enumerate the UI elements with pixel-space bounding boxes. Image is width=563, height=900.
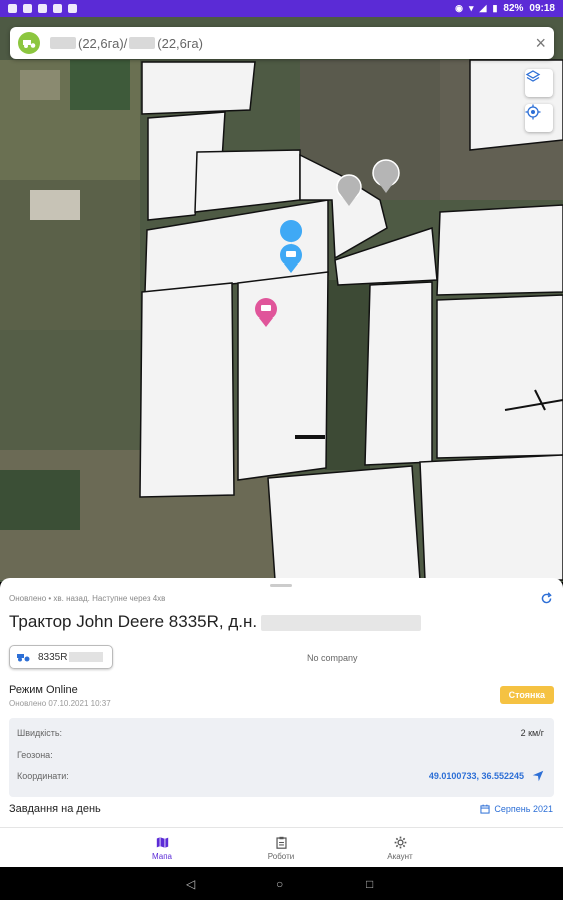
month-label: Серпень 2021 <box>494 804 553 814</box>
nav-jobs-label: Роботи <box>267 851 295 861</box>
update-status: Оновлено • хв. назад. Наступне через 4хв <box>9 594 166 603</box>
satellite-map <box>0 17 563 582</box>
battery-percent: 82% <box>503 3 524 14</box>
app-logo-icon <box>18 32 40 54</box>
speed-label: Швидкість: <box>17 728 63 738</box>
notification-icon <box>38 4 47 13</box>
nav-account[interactable]: Акаунт <box>360 828 440 868</box>
crosshair-icon <box>525 104 541 120</box>
map-view[interactable] <box>0 17 563 582</box>
telegram-icon <box>68 4 77 13</box>
vehicle-details-sheet: Оновлено • хв. назад. Наступне через 4хв… <box>0 578 563 867</box>
notification-icons <box>8 4 77 13</box>
battery-icon: ▮ <box>492 3 498 13</box>
back-icon[interactable]: ◁ <box>186 877 195 891</box>
clock: 09:18 <box>529 3 555 14</box>
close-icon[interactable]: × <box>535 33 546 54</box>
calendar-icon <box>480 804 490 814</box>
navigate-icon[interactable] <box>532 770 544 782</box>
mode-label: Режим Online <box>9 684 78 696</box>
coords-row: Координати: 49.0100733, 36.552245 <box>17 770 544 782</box>
home-icon[interactable]: ○ <box>276 877 283 891</box>
status-badge: Стоянка <box>499 686 554 704</box>
vehicle-title-text: Трактор John Deere 8335R, д.н. <box>9 612 258 631</box>
field-area-a: (22,6га)/ <box>78 35 128 51</box>
speed-value: 2 км/г <box>520 728 544 738</box>
refresh-icon[interactable] <box>540 592 553 610</box>
clipboard-icon <box>275 836 287 849</box>
field-name-redacted <box>129 37 156 49</box>
nav-jobs[interactable]: Роботи <box>241 828 321 868</box>
nav-map-label: Мапа <box>152 851 172 861</box>
vehicle-chip[interactable]: 8335R <box>9 645 113 669</box>
geozone-label: Геозона: <box>17 750 53 760</box>
layers-icon <box>525 70 541 82</box>
status-indicators: ◉ ▾ ◢ ▮ 82% 09:18 <box>455 3 555 14</box>
mode-updated: Оновлено 07.10.2021 10:37 <box>9 699 111 708</box>
bottom-navigation: Мапа Роботи Акаунт <box>0 827 563 867</box>
location-icon: ◉ <box>455 3 463 13</box>
cloud-icon <box>53 4 62 13</box>
company-name: No company <box>307 653 358 663</box>
coords-label: Координати: <box>17 771 69 781</box>
status-bar: ◉ ▾ ◢ ▮ 82% 09:18 <box>0 0 563 17</box>
vehicle-title: Трактор John Deere 8335R, д.н. <box>9 612 422 632</box>
signal-icon: ◢ <box>479 3 487 13</box>
field-selector[interactable]: (22,6га)/ (22,6га) × <box>10 27 554 59</box>
gear-icon <box>394 836 406 848</box>
tractor-icon <box>17 654 30 662</box>
map-icon <box>156 836 168 848</box>
chip-redacted <box>69 652 104 662</box>
nav-account-label: Акаунт <box>387 851 413 861</box>
month-picker[interactable]: Серпень 2021 <box>480 804 553 814</box>
field-name-redacted <box>50 37 76 49</box>
plate-number-redacted <box>261 614 422 631</box>
coords-value: 49.0100733, 36.552245 <box>428 771 524 781</box>
recents-icon[interactable]: □ <box>366 877 373 891</box>
vehicle-chip-label: 8335R <box>38 651 68 663</box>
nav-map[interactable]: Мапа <box>122 828 202 868</box>
telemetry-panel: Швидкість: 2 км/г Геозона: Координати: 4… <box>9 718 554 797</box>
sheet-drag-handle[interactable] <box>270 584 292 587</box>
notification-icon <box>23 4 32 13</box>
coords-link[interactable]: 49.0100733, 36.552245 <box>429 770 544 782</box>
speed-row: Швидкість: 2 км/г <box>17 728 544 738</box>
wifi-icon: ▾ <box>469 3 474 13</box>
system-navigation: ◁ ○ □ <box>0 867 563 900</box>
layers-button[interactable] <box>525 69 553 97</box>
field-area-b: (22,6га) <box>157 35 203 51</box>
my-location-button[interactable] <box>525 104 553 132</box>
notification-icon <box>8 4 17 13</box>
daily-tasks-label: Завдання на день <box>9 803 101 815</box>
geozone-row: Геозона: <box>17 750 544 760</box>
